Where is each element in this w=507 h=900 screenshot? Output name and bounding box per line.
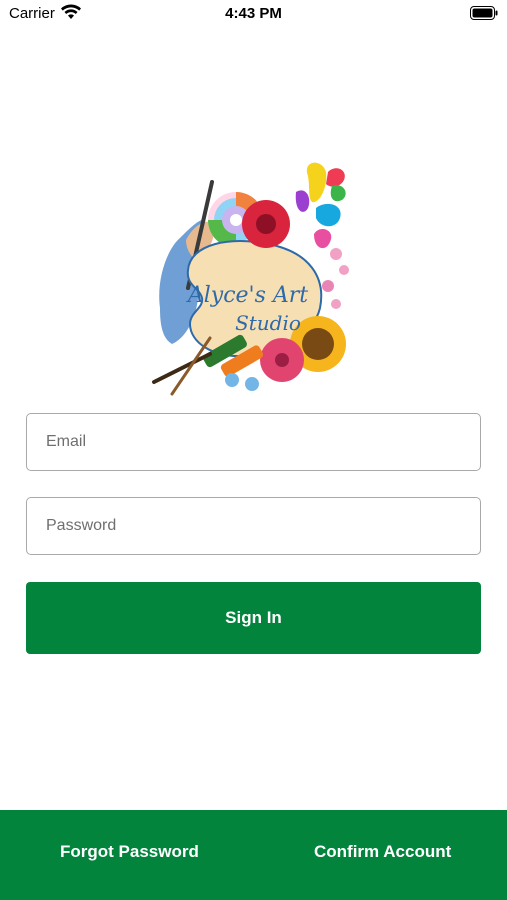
status-bar: Carrier 4:43 PM [0, 0, 507, 28]
email-input[interactable] [26, 413, 481, 471]
app-logo: Alyce's Art Studio [152, 162, 349, 396]
clock: 4:43 PM [225, 5, 282, 22]
confirm-account-button[interactable]: Confirm Account [308, 838, 457, 866]
logo-text-line2: Studio [235, 311, 301, 335]
battery-icon [470, 6, 498, 20]
forgot-password-button[interactable]: Forgot Password [54, 838, 205, 866]
bottom-bar: Forgot Password Confirm Account [0, 810, 507, 900]
logo-text-line1: Alyce's Art [186, 283, 308, 308]
password-input[interactable] [26, 497, 481, 555]
sign-in-button[interactable]: Sign In [26, 582, 481, 654]
